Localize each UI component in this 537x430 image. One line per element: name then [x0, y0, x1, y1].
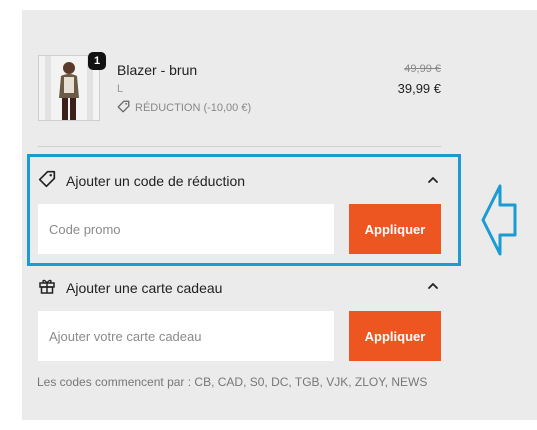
product-size: L: [117, 83, 124, 95]
chevron-up-icon[interactable]: [427, 173, 439, 185]
code-prefix-note: Les codes commencent par : CB, CAD, S0, …: [37, 375, 428, 389]
discount-label: RÉDUCTION (-10,00 €): [135, 102, 252, 114]
original-price: 49,99 €: [404, 63, 441, 75]
apply-gift-card-button[interactable]: Appliquer: [349, 311, 441, 361]
current-price: 39,99 €: [397, 81, 441, 96]
gift-icon: [38, 277, 56, 298]
chevron-up-icon[interactable]: [427, 279, 439, 291]
arrow-left-icon: [480, 183, 518, 262]
promo-code-input[interactable]: [38, 204, 334, 254]
divider: [38, 146, 441, 147]
promo-section-header[interactable]: Ajouter un code de réduction: [38, 170, 245, 191]
quantity-badge: 1: [88, 52, 106, 70]
tag-icon: [117, 100, 130, 116]
product-discount: RÉDUCTION (-10,00 €): [117, 100, 251, 116]
gift-card-input[interactable]: [38, 311, 334, 361]
tag-icon: [38, 170, 56, 191]
product-name[interactable]: Blazer - brun: [117, 62, 197, 78]
gift-section-title: Ajouter une carte cadeau: [66, 279, 223, 296]
apply-promo-button[interactable]: Appliquer: [349, 204, 441, 254]
gift-section-header[interactable]: Ajouter une carte cadeau: [38, 277, 222, 298]
promo-section-title: Ajouter un code de réduction: [66, 172, 246, 189]
